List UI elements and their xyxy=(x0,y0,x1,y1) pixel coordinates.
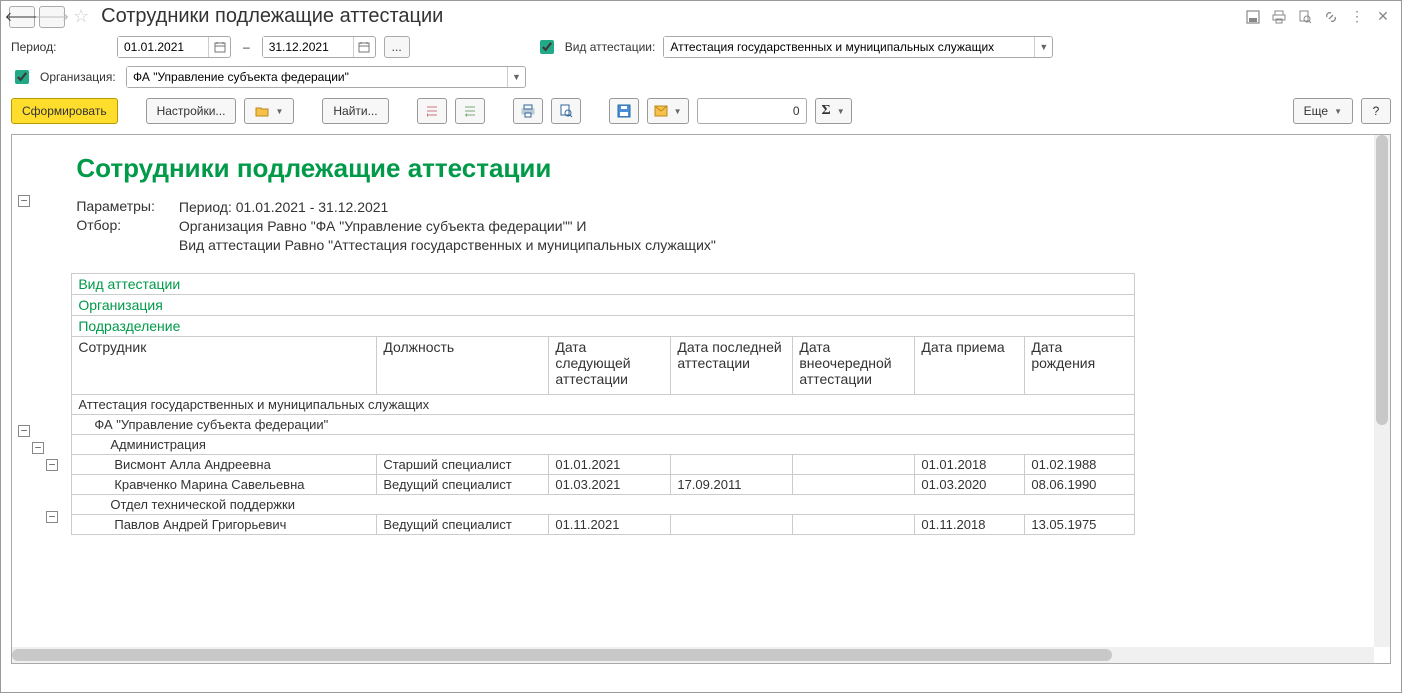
org-input[interactable] xyxy=(127,67,507,87)
variants-button[interactable]: ▼ xyxy=(244,98,294,124)
expand-all-button[interactable] xyxy=(417,98,447,124)
type-label: Вид аттестации: xyxy=(565,40,656,54)
filter-label: Отбор: xyxy=(76,217,179,255)
back-button[interactable]: 🡐 xyxy=(9,6,35,28)
sigma-icon: Σ xyxy=(822,103,831,119)
page-title: Сотрудники подлежащие аттестации xyxy=(101,5,443,28)
col-hire: Дата приема xyxy=(915,336,1025,394)
report-frame: − − − − − Сотрудники подлежащие аттестац… xyxy=(11,134,1391,664)
filter-row-org: Организация: ▼ xyxy=(1,62,1401,92)
save-icon[interactable] xyxy=(1243,7,1263,27)
vertical-scrollbar[interactable] xyxy=(1374,135,1390,647)
outline-expander[interactable]: − xyxy=(32,442,44,454)
params-block: Параметры: Период: 01.01.2021 - 31.12.20… xyxy=(71,198,716,255)
sum-field: 0 xyxy=(697,98,807,124)
diskette-icon xyxy=(617,104,631,118)
print-preview-button[interactable] xyxy=(551,98,581,124)
outline-expander[interactable]: − xyxy=(18,425,30,437)
date-from-field[interactable] xyxy=(117,36,231,58)
table-row[interactable]: Павлов Андрей Григорьевич Ведущий специа… xyxy=(72,514,1135,534)
close-icon[interactable]: ✕ xyxy=(1373,7,1393,27)
period-label: Период: xyxy=(11,40,109,54)
table-row[interactable]: Кравченко Марина Савельевна Ведущий спец… xyxy=(72,474,1135,494)
chevron-down-icon[interactable]: ▼ xyxy=(1034,37,1052,57)
find-button[interactable]: Найти... xyxy=(322,98,388,124)
col-position: Должность xyxy=(377,336,549,394)
group-header-org: Организация xyxy=(72,294,1135,315)
toolbar: Сформировать Настройки... ▼ Найти... ▼ 0… xyxy=(1,92,1401,130)
data-dept-row[interactable]: Отдел технической поддержки xyxy=(72,494,1135,514)
calendar-icon[interactable] xyxy=(208,37,230,57)
envelope-icon xyxy=(654,105,668,117)
titlebar: 🡐 🡒 ☆ Сотрудники подлежащие аттестации ⋮… xyxy=(1,1,1401,32)
type-input[interactable] xyxy=(664,37,1034,57)
outline-gutter: − − − − − xyxy=(12,135,68,555)
table-row[interactable]: Висмонт Алла Андреевна Старший специалис… xyxy=(72,454,1135,474)
date-to-field[interactable] xyxy=(262,36,376,58)
horizontal-scrollbar[interactable] xyxy=(12,647,1374,663)
report-table: Вид аттестации Организация Подразделение… xyxy=(71,273,1135,535)
sigma-button[interactable]: Σ ▼ xyxy=(815,98,852,124)
outline-expander[interactable]: − xyxy=(46,459,58,471)
expand-icon xyxy=(425,104,439,118)
print-icon[interactable] xyxy=(1269,7,1289,27)
link-icon[interactable] xyxy=(1321,7,1341,27)
col-employee: Сотрудник xyxy=(72,336,377,394)
save-report-button[interactable] xyxy=(609,98,639,124)
period-picker-button[interactable]: ... xyxy=(384,36,410,58)
print-button[interactable] xyxy=(513,98,543,124)
more-button[interactable]: Еще▼ xyxy=(1293,98,1353,124)
group-header-dept: Подразделение xyxy=(72,315,1135,336)
calendar-icon[interactable] xyxy=(353,37,375,57)
favorite-icon[interactable]: ☆ xyxy=(73,6,89,27)
printer-icon xyxy=(521,104,535,118)
col-last: Дата последней аттестации xyxy=(671,336,793,394)
date-from-input[interactable] xyxy=(118,37,208,57)
org-checkbox[interactable] xyxy=(15,70,29,84)
params-label: Параметры: xyxy=(76,198,179,217)
type-field[interactable]: ▼ xyxy=(663,36,1053,58)
chevron-down-icon[interactable]: ▼ xyxy=(507,67,525,87)
settings-button[interactable]: Настройки... xyxy=(146,98,237,124)
col-next: Дата следующей аттестации xyxy=(549,336,671,394)
collapse-icon xyxy=(463,104,477,118)
type-checkbox[interactable] xyxy=(540,40,554,54)
collapse-all-button[interactable] xyxy=(455,98,485,124)
col-extra: Дата внеочередной аттестации xyxy=(793,336,915,394)
date-to-input[interactable] xyxy=(263,37,353,57)
outline-expander[interactable]: − xyxy=(46,511,58,523)
page-preview-icon xyxy=(559,104,573,118)
params-value: Период: 01.01.2021 - 31.12.2021 xyxy=(179,198,716,217)
org-label: Организация: xyxy=(40,70,118,84)
report-scroll-area[interactable]: − − − − − Сотрудники подлежащие аттестац… xyxy=(12,135,1374,647)
report-title: Сотрудники подлежащие аттестации xyxy=(71,153,1135,184)
data-org-row[interactable]: ФА "Управление субъекта федерации" xyxy=(72,414,1135,434)
col-birth: Дата рождения xyxy=(1025,336,1135,394)
data-type-row[interactable]: Аттестация государственных и муниципальн… xyxy=(72,394,1135,414)
folder-icon xyxy=(255,104,269,118)
data-dept-row[interactable]: Администрация xyxy=(72,434,1135,454)
org-field[interactable]: ▼ xyxy=(126,66,526,88)
more-icon[interactable]: ⋮ xyxy=(1347,7,1367,27)
filter-value: Организация Равно "ФА "Управление субъек… xyxy=(179,217,716,255)
period-dash: – xyxy=(239,40,254,54)
help-button[interactable]: ? xyxy=(1361,98,1391,124)
group-header-type: Вид аттестации xyxy=(72,273,1135,294)
forward-button[interactable]: 🡒 xyxy=(39,6,65,28)
send-button[interactable]: ▼ xyxy=(647,98,689,124)
filter-row-period: Период: – ... Вид аттестации: ▼ xyxy=(1,32,1401,62)
generate-button[interactable]: Сформировать xyxy=(11,98,118,124)
outline-expander[interactable]: − xyxy=(18,195,30,207)
preview-icon[interactable] xyxy=(1295,7,1315,27)
